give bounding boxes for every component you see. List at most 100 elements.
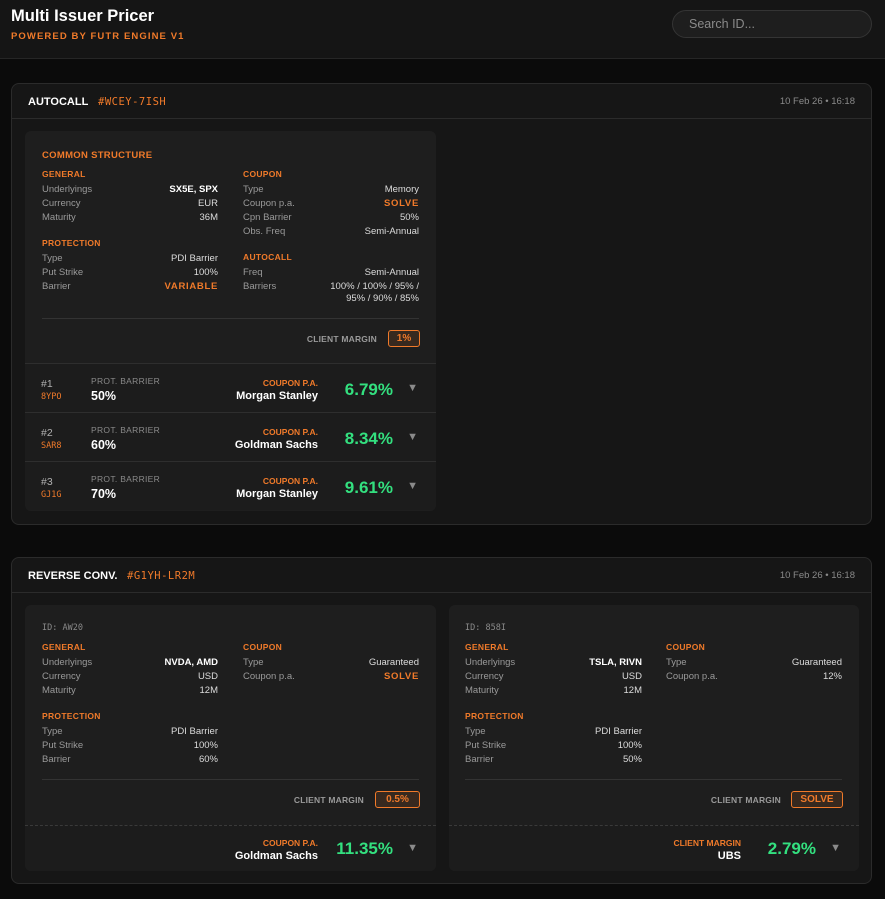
- client-margin-input[interactable]: 1%: [388, 330, 420, 347]
- underlyings-label: Underlyings: [465, 657, 516, 668]
- search-input[interactable]: [672, 10, 872, 38]
- prot-barrier-label: PROT. BARRIER: [91, 376, 161, 386]
- barrier-label: Barrier: [465, 754, 494, 765]
- autocall-barriers-line1: 100% / 100% / 95% /: [330, 281, 419, 292]
- section-type: AUTOCALL: [28, 96, 89, 108]
- result-row[interactable]: #3 GJ1G PROT. BARRIER 70% COUPON P.A. Mo…: [25, 461, 436, 510]
- divider: [42, 318, 419, 319]
- protection-type-value: PDI Barrier: [595, 726, 642, 737]
- barrier-value: 50%: [622, 754, 642, 765]
- issuer-name: Morgan Stanley: [236, 488, 318, 500]
- coupon-pa-value: 12%: [822, 671, 842, 682]
- app-subtitle: POWERED BY FUTR ENGINE V1: [11, 31, 185, 42]
- prot-barrier-value: 60%: [91, 438, 117, 452]
- group-title-general: GENERAL: [42, 169, 86, 179]
- group-title-autocall: AUTOCALL: [243, 252, 292, 262]
- common-structure-card: COMMON STRUCTURE GENERAL Underlyings SX5…: [25, 131, 436, 511]
- put-strike-label: Put Strike: [465, 740, 507, 751]
- currency-label: Currency: [42, 198, 81, 209]
- protection-type-label: Type: [42, 253, 63, 264]
- maturity-label: Maturity: [42, 212, 76, 223]
- protection-type-label: Type: [465, 726, 486, 737]
- coupon-type-label: Type: [243, 184, 264, 195]
- currency-value: EUR: [197, 198, 218, 209]
- result-row[interactable]: COUPON P.A. Goldman Sachs 11.35% ▼: [25, 825, 436, 871]
- chevron-down-icon[interactable]: ▼: [830, 842, 841, 854]
- put-strike-value: 100%: [617, 740, 642, 751]
- group-title-coupon: COUPON: [666, 642, 706, 652]
- coupon-rate: 9.61%: [344, 478, 393, 497]
- barrier-value: 60%: [198, 754, 218, 765]
- chevron-down-icon[interactable]: ▼: [407, 431, 418, 443]
- put-strike-value: 100%: [193, 267, 218, 278]
- coupon-pa-label: Coupon p.a.: [666, 671, 718, 682]
- group-title-protection: PROTECTION: [42, 711, 101, 721]
- coupon-type-value: Guaranteed: [791, 657, 842, 668]
- coupon-pa-label: COUPON P.A.: [262, 427, 318, 437]
- coupon-pa-value: SOLVE: [384, 671, 419, 682]
- section-timestamp: 10 Feb 26 • 16:18: [779, 570, 855, 581]
- barrier-label: Barrier: [42, 754, 71, 765]
- result-row[interactable]: CLIENT MARGIN UBS 2.79% ▼: [449, 825, 859, 871]
- coupon-type-label: Type: [666, 657, 687, 668]
- client-margin-label: CLIENT MARGIN: [710, 795, 781, 805]
- autocall-freq-value: Semi-Annual: [364, 267, 419, 278]
- autocall-barriers-line2: 95% / 90% / 85%: [346, 293, 419, 304]
- result-rank: #3: [41, 476, 53, 488]
- coupon-pa-label: COUPON P.A.: [262, 838, 318, 848]
- result-code: 8YPO: [41, 392, 62, 402]
- put-strike-label: Put Strike: [42, 267, 84, 278]
- maturity-value: 36M: [199, 212, 218, 223]
- autocall-section: AUTOCALL #WCEY-7ISH 10 Feb 26 • 16:18 CO…: [11, 83, 872, 525]
- protection-type-label: Type: [42, 726, 63, 737]
- chevron-down-icon[interactable]: ▼: [407, 842, 418, 854]
- coupon-pa-label: COUPON P.A.: [262, 378, 318, 388]
- group-title-protection: PROTECTION: [42, 238, 101, 248]
- protection-type-value: PDI Barrier: [171, 253, 218, 264]
- coupon-rate: 8.34%: [344, 429, 393, 448]
- barrier-label: Barrier: [42, 281, 71, 292]
- chevron-down-icon[interactable]: ▼: [407, 480, 418, 492]
- underlyings-value: TSLA, RIVN: [589, 657, 642, 668]
- section-type: REVERSE CONV.: [28, 570, 118, 582]
- currency-label: Currency: [465, 671, 504, 682]
- issuer-name: UBS: [717, 850, 741, 862]
- client-margin-label: CLIENT MARGIN: [306, 334, 377, 344]
- result-code: GJ1G: [41, 490, 62, 500]
- obs-freq-value: Semi-Annual: [364, 226, 419, 237]
- issuer-name: Goldman Sachs: [234, 850, 318, 862]
- maturity-label: Maturity: [465, 685, 499, 696]
- coupon-pa-value: SOLVE: [384, 198, 419, 209]
- underlyings-value: NVDA, AMD: [164, 657, 218, 668]
- group-title-general: GENERAL: [465, 642, 509, 652]
- client-margin-input[interactable]: 0.5%: [375, 791, 420, 808]
- maturity-value: 12M: [199, 685, 218, 696]
- card-id: ID: AW20: [42, 623, 83, 633]
- obs-freq-label: Obs. Freq: [243, 226, 286, 237]
- section-id[interactable]: #G1YH-LR2M: [127, 570, 195, 582]
- client-margin-input[interactable]: SOLVE: [791, 791, 843, 808]
- app-header: Multi Issuer Pricer POWERED BY FUTR ENGI…: [0, 0, 885, 59]
- client-margin-label: CLIENT MARGIN: [293, 795, 364, 805]
- autocall-barriers-label: Barriers: [243, 281, 277, 292]
- product-card: ID: AW20 GENERAL Underlyings NVDA, AMD C…: [25, 605, 436, 871]
- margin-rate: 2.79%: [767, 839, 816, 858]
- result-row[interactable]: #2 SAR8 PROT. BARRIER 60% COUPON P.A. Go…: [25, 412, 436, 461]
- prot-barrier-value: 70%: [91, 487, 117, 501]
- currency-value: USD: [621, 671, 642, 682]
- coupon-type-label: Type: [243, 657, 264, 668]
- result-row[interactable]: #1 8YPO PROT. BARRIER 50% COUPON P.A. Mo…: [25, 363, 436, 412]
- card-id: ID: 858I: [465, 623, 506, 633]
- coupon-rate: 11.35%: [336, 839, 393, 858]
- result-rank: #2: [41, 427, 53, 439]
- underlyings-value: SX5E, SPX: [169, 184, 218, 195]
- app-title: Multi Issuer Pricer: [11, 7, 155, 25]
- group-title-coupon: COUPON: [243, 169, 283, 179]
- section-header: REVERSE CONV. #G1YH-LR2M 10 Feb 26 • 16:…: [12, 558, 871, 593]
- maturity-label: Maturity: [42, 685, 76, 696]
- section-id[interactable]: #WCEY-7ISH: [98, 96, 166, 108]
- chevron-down-icon[interactable]: ▼: [407, 382, 418, 394]
- issuer-name: Goldman Sachs: [234, 439, 318, 451]
- underlyings-label: Underlyings: [42, 657, 93, 668]
- prot-barrier-label: PROT. BARRIER: [91, 425, 161, 435]
